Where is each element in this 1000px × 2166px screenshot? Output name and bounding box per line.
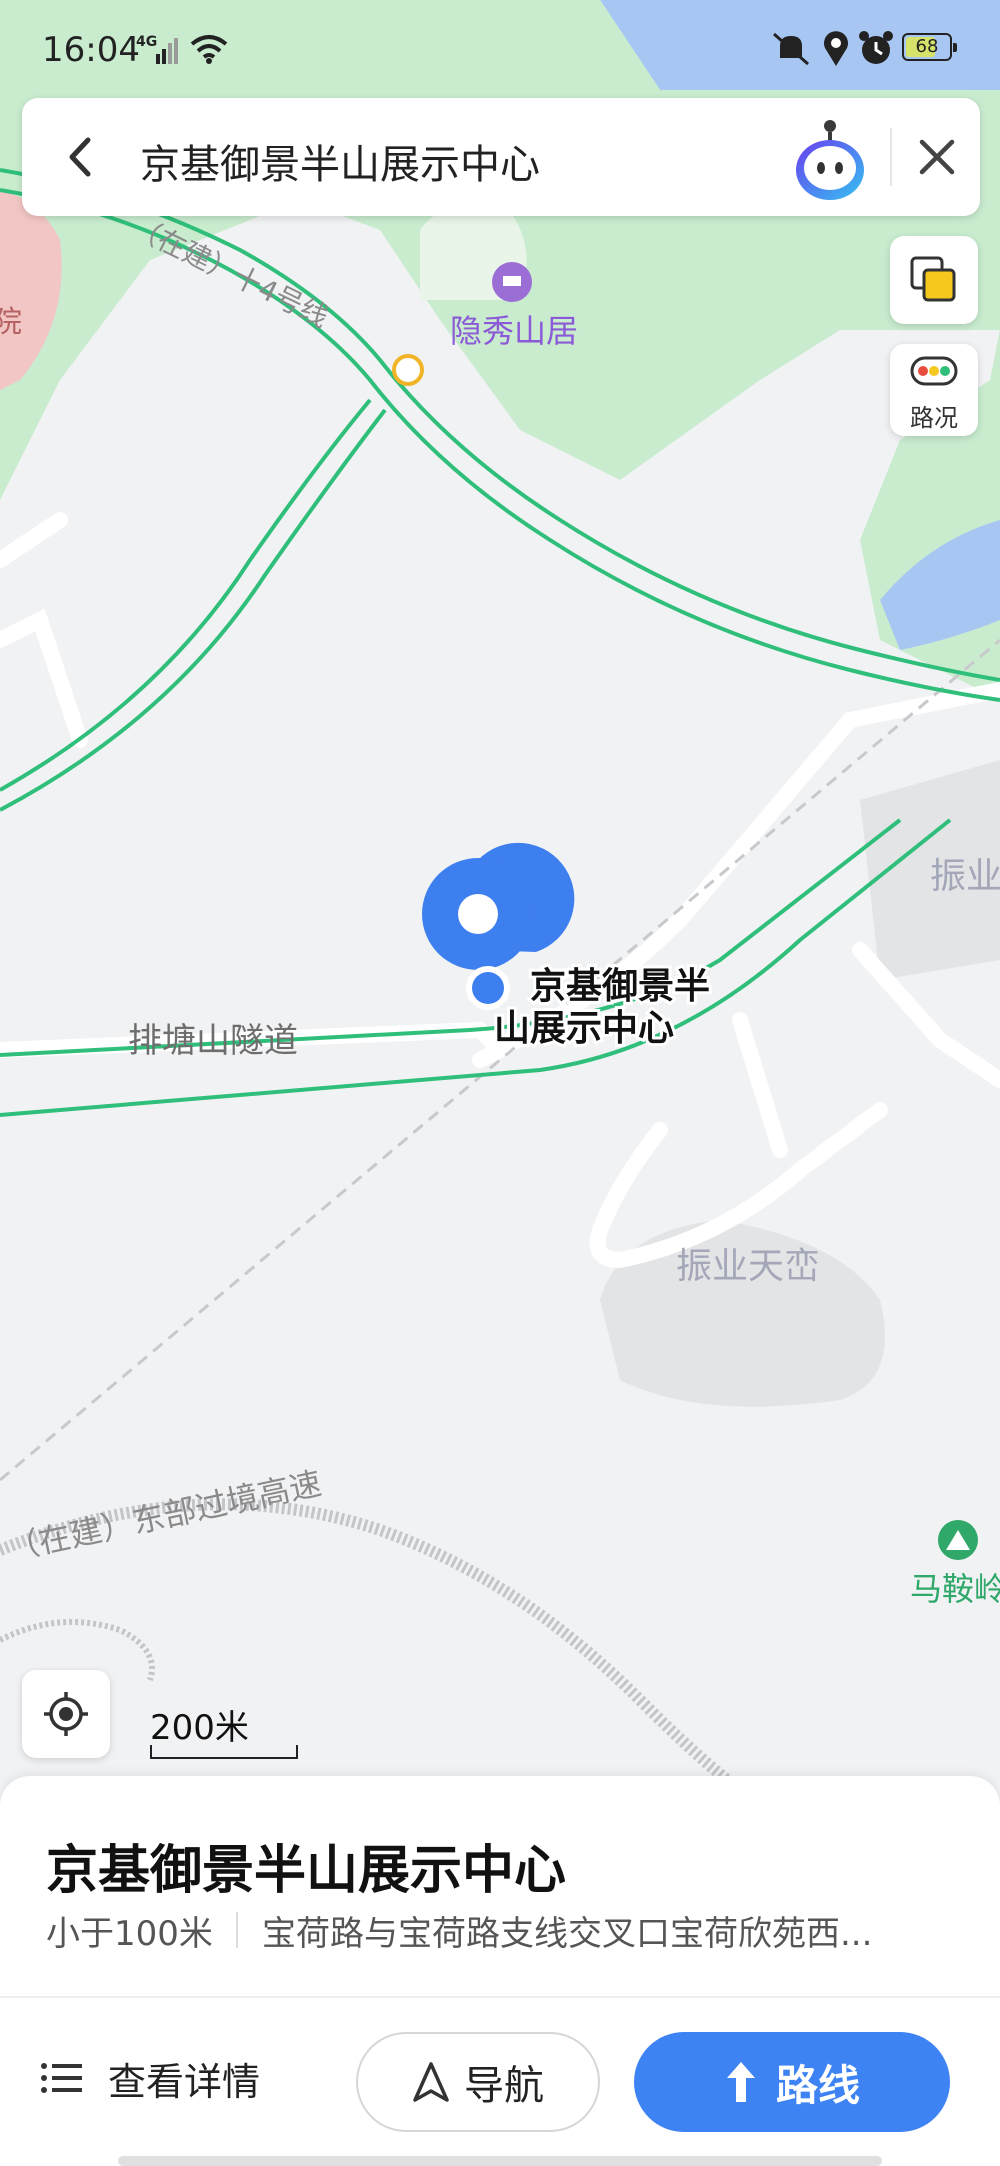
place-distance: 小于100米 [46,1914,213,1954]
hospital-label: 院 [0,305,22,340]
assistant-robot-icon[interactable] [790,112,870,202]
place-title: 京基御景半山展示中心 [46,1841,567,1901]
back-icon[interactable] [52,128,110,186]
scale-label: 200米 [150,1708,249,1748]
hotel-label[interactable]: 隐秀山居 [450,312,578,350]
view-details-label: 查看详情 [108,2059,261,2104]
zhenye-tianluan-label: 振业天峦 [676,1246,820,1287]
view-details-button[interactable]: 查看详情 [40,2038,260,2118]
place-address: 宝荷路与宝荷路支线交叉口宝荷欣苑西... [262,1914,873,1954]
wifi-icon [190,35,228,64]
marker-label-line1: 京基御景半 [530,965,710,1007]
signal-icon [156,38,178,64]
bus-stop-icon [392,354,424,386]
battery-indicator: 68 [902,33,957,61]
navigate-label: 导航 [464,2063,544,2109]
card-divider [0,1996,1000,1998]
close-icon[interactable] [908,128,966,186]
network-type: 4G [136,34,158,50]
search-divider [890,128,892,186]
marker-label-line2: 山展示中心 [494,1008,674,1049]
map-scale: 200米 [150,1700,298,1759]
home-indicator [118,2156,882,2166]
route-button[interactable]: 路线 [634,2032,950,2132]
battery-level: 68 [915,36,939,57]
traffic-label: 路况 [910,404,958,432]
route-arrow-icon [726,2062,755,2102]
place-card[interactable]: 京基御景半山展示中心 小于100米 宝荷路与宝荷路支线交叉口宝荷欣苑西... 查… [0,1776,1000,2166]
alarm-icon [859,31,893,64]
list-icon [41,2063,82,2093]
navigation-arrow-icon [413,2062,449,2102]
zhenye-label: 振业 [930,856,1000,897]
my-location-button[interactable] [22,1670,110,1758]
tunnel-label: 排塘山隧道 [128,1021,298,1061]
traffic-button[interactable]: 路况 [890,344,978,436]
layers-button[interactable] [890,236,978,324]
status-bar: 16:04 4G 68 [0,0,1000,100]
search-bar[interactable]: 京基御景半山展示中心 [22,98,980,216]
layers-icon [910,256,956,302]
traffic-light-icon [910,356,958,386]
navigate-button[interactable]: 导航 [356,2032,600,2132]
crosshair-icon [44,1692,88,1736]
route-label: 路线 [775,2060,860,2110]
search-query[interactable]: 京基御景半山展示中心 [140,132,540,190]
maanling-label[interactable]: 马鞍岭 [910,1570,1000,1608]
info-divider [236,1912,238,1948]
status-time: 16:04 [42,30,140,70]
location-icon [824,31,848,66]
mute-vibrate-icon [773,32,809,66]
